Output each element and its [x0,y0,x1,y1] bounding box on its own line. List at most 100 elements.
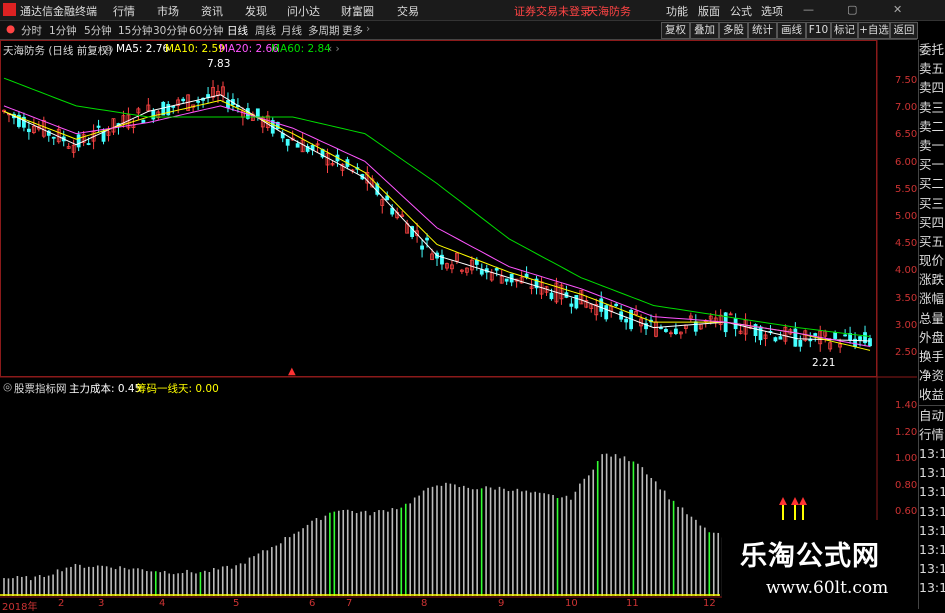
side-panel-item[interactable]: 卖一 [919,136,945,155]
login-notice: 证券交易未登录 [514,5,591,18]
candle-body [385,195,390,201]
side-panel-item[interactable]: 总量 [919,309,945,328]
menu-item-options[interactable]: 选项 [761,3,783,19]
candle-body [494,268,499,271]
tab-period-more[interactable]: 更多 [342,23,363,38]
watermark-title: 乐淘公式网 [740,541,880,572]
y-axis-tick: 7.50 [895,75,918,86]
chevron-right-icon[interactable]: › [366,23,370,35]
side-panel-item[interactable]: 收益 [919,385,945,404]
candle-body [664,329,668,332]
multi-stock-button[interactable]: 多股 [719,22,748,39]
candle-body [659,327,663,330]
tab-period-weekly[interactable]: 周线 [255,23,276,38]
tab-period-1m[interactable]: 1分钟 [49,23,77,38]
side-panel-item[interactable]: 涨幅 [919,289,945,308]
side-panel-item[interactable]: 换手 [919,347,945,366]
x-axis-tick: 2 [58,598,65,609]
draw-line-button[interactable]: 画线 [777,22,806,39]
x-axis-tick: 9 [498,598,505,609]
chip-line-legend: 筹码一线天: 0.00 [136,383,219,395]
tab-period-30m[interactable]: 30分钟 [153,23,187,38]
tab-period-monthly[interactable]: 月线 [281,23,302,38]
restore-icon[interactable]: ▢ [847,3,857,16]
side-panel-item[interactable]: 卖二 [919,117,945,136]
side-panel-item[interactable]: 卖五 [919,59,945,78]
tab-period-daily[interactable]: 日线 [227,23,248,38]
y-axis-tick: 6.00 [895,156,918,168]
side-panel-item[interactable]: 买二 [919,174,945,193]
candle-body [604,305,609,320]
minimize-icon[interactable]: — [803,3,814,16]
side-panel-item[interactable]: 行情 [919,425,945,444]
mark-button[interactable]: 标记 [831,22,858,39]
side-panel-item[interactable]: 13:11 [919,444,945,463]
menu-item-function[interactable]: 功能 [666,3,688,19]
statistics-button[interactable]: 统计 [748,22,777,39]
ma-line-ma60 [3,77,871,337]
side-panel-item[interactable]: 13:11 [919,578,945,597]
menu-item-markets[interactable]: 市场 [157,3,179,19]
side-panel-item[interactable]: 13:11 [919,559,945,578]
candle-body [479,269,484,275]
menu-item-ask[interactable]: 问小达 [287,3,320,19]
side-panel-item[interactable]: 卖四 [919,78,945,97]
side-panel-item[interactable]: 13:11 [919,521,945,540]
menu-item-discover[interactable]: 发现 [245,3,267,19]
side-panel-item[interactable]: 13:11 [919,540,945,559]
side-panel-item[interactable]: 委托 [919,40,945,59]
candle-body [425,237,429,241]
y-axis-tick: 4.50 [895,238,918,250]
overlay-button[interactable]: 叠加 [690,22,719,39]
candle-body [76,134,81,148]
event-marker-icon[interactable]: ▲ [288,366,296,377]
signal-arrow-icon [779,497,787,505]
menu-item-trade[interactable]: 交易 [397,3,419,19]
side-panel-item[interactable]: 买一 [919,155,945,174]
side-panel-item[interactable]: 买五 [919,232,945,251]
menu-item-news[interactable]: 资讯 [201,3,223,19]
main-cost-legend: 主力成本: 0.45 [69,383,142,395]
x-axis-tick: 11 [626,598,639,609]
tab-period-60m[interactable]: 60分钟 [189,23,223,38]
x-axis-tick: 3 [98,598,105,609]
side-panel-item[interactable]: 13:11 [919,463,945,482]
side-panel-item[interactable]: 外盘 [919,328,945,347]
side-panel-item[interactable]: 涨跌 [919,270,945,289]
f10-button[interactable]: F10 [806,22,831,39]
tab-period-intraday[interactable]: 分时 [21,23,42,38]
x-axis-tick: 4 [159,598,166,609]
period-toolbar: ● 分时 1分钟 5分钟 15分钟 30分钟 60分钟 日线 周线 月线 多周期… [0,21,918,40]
candle-body [858,336,862,341]
side-panel-item[interactable]: 卖三 [919,98,945,117]
menu-item-layout[interactable]: 版面 [698,3,720,19]
side-panel-item[interactable]: 13:11 [919,482,945,501]
side-panel-item[interactable]: 买三 [919,194,945,213]
back-button[interactable]: 返回 [890,22,918,39]
menu-item-formula[interactable]: 公式 [730,3,752,19]
indicator-y-axis-tick: 1.20 [895,426,918,438]
candle-body [624,318,629,323]
side-panel-item[interactable]: 13:11 [919,502,945,521]
x-axis-tick: 7 [346,598,353,609]
adjust-button[interactable]: 复权 [661,22,690,39]
menu-item-wealth[interactable]: 财富圈 [341,3,374,19]
side-panel-item[interactable]: 自动 [919,404,945,425]
candle-body [295,143,300,148]
side-panel-item[interactable]: 现价 [919,251,945,270]
x-axis-tick: 5 [233,598,240,609]
menu-bar: 通达信金融终端 行情 市场 资讯 发现 问小达 财富圈 交易 证券交易未登录 天… [0,0,945,21]
candle-body [255,108,260,118]
close-icon[interactable]: ✕ [893,3,902,16]
candle-body [569,303,574,307]
menu-item-market[interactable]: 行情 [113,3,135,19]
tab-period-15m[interactable]: 15分钟 [118,23,152,38]
candle-body [285,138,290,146]
tab-period-multi[interactable]: 多周期 [308,23,340,38]
add-watchlist-button[interactable]: +自选 [858,22,890,39]
watermark-overlay: 乐淘公式网 www.60lt.com [722,520,918,609]
indicator-settings-icon[interactable]: ◎ [3,381,12,393]
tab-period-5m[interactable]: 5分钟 [84,23,112,38]
side-panel-item[interactable]: 买四 [919,213,945,232]
side-panel-item[interactable]: 净资 [919,366,945,385]
